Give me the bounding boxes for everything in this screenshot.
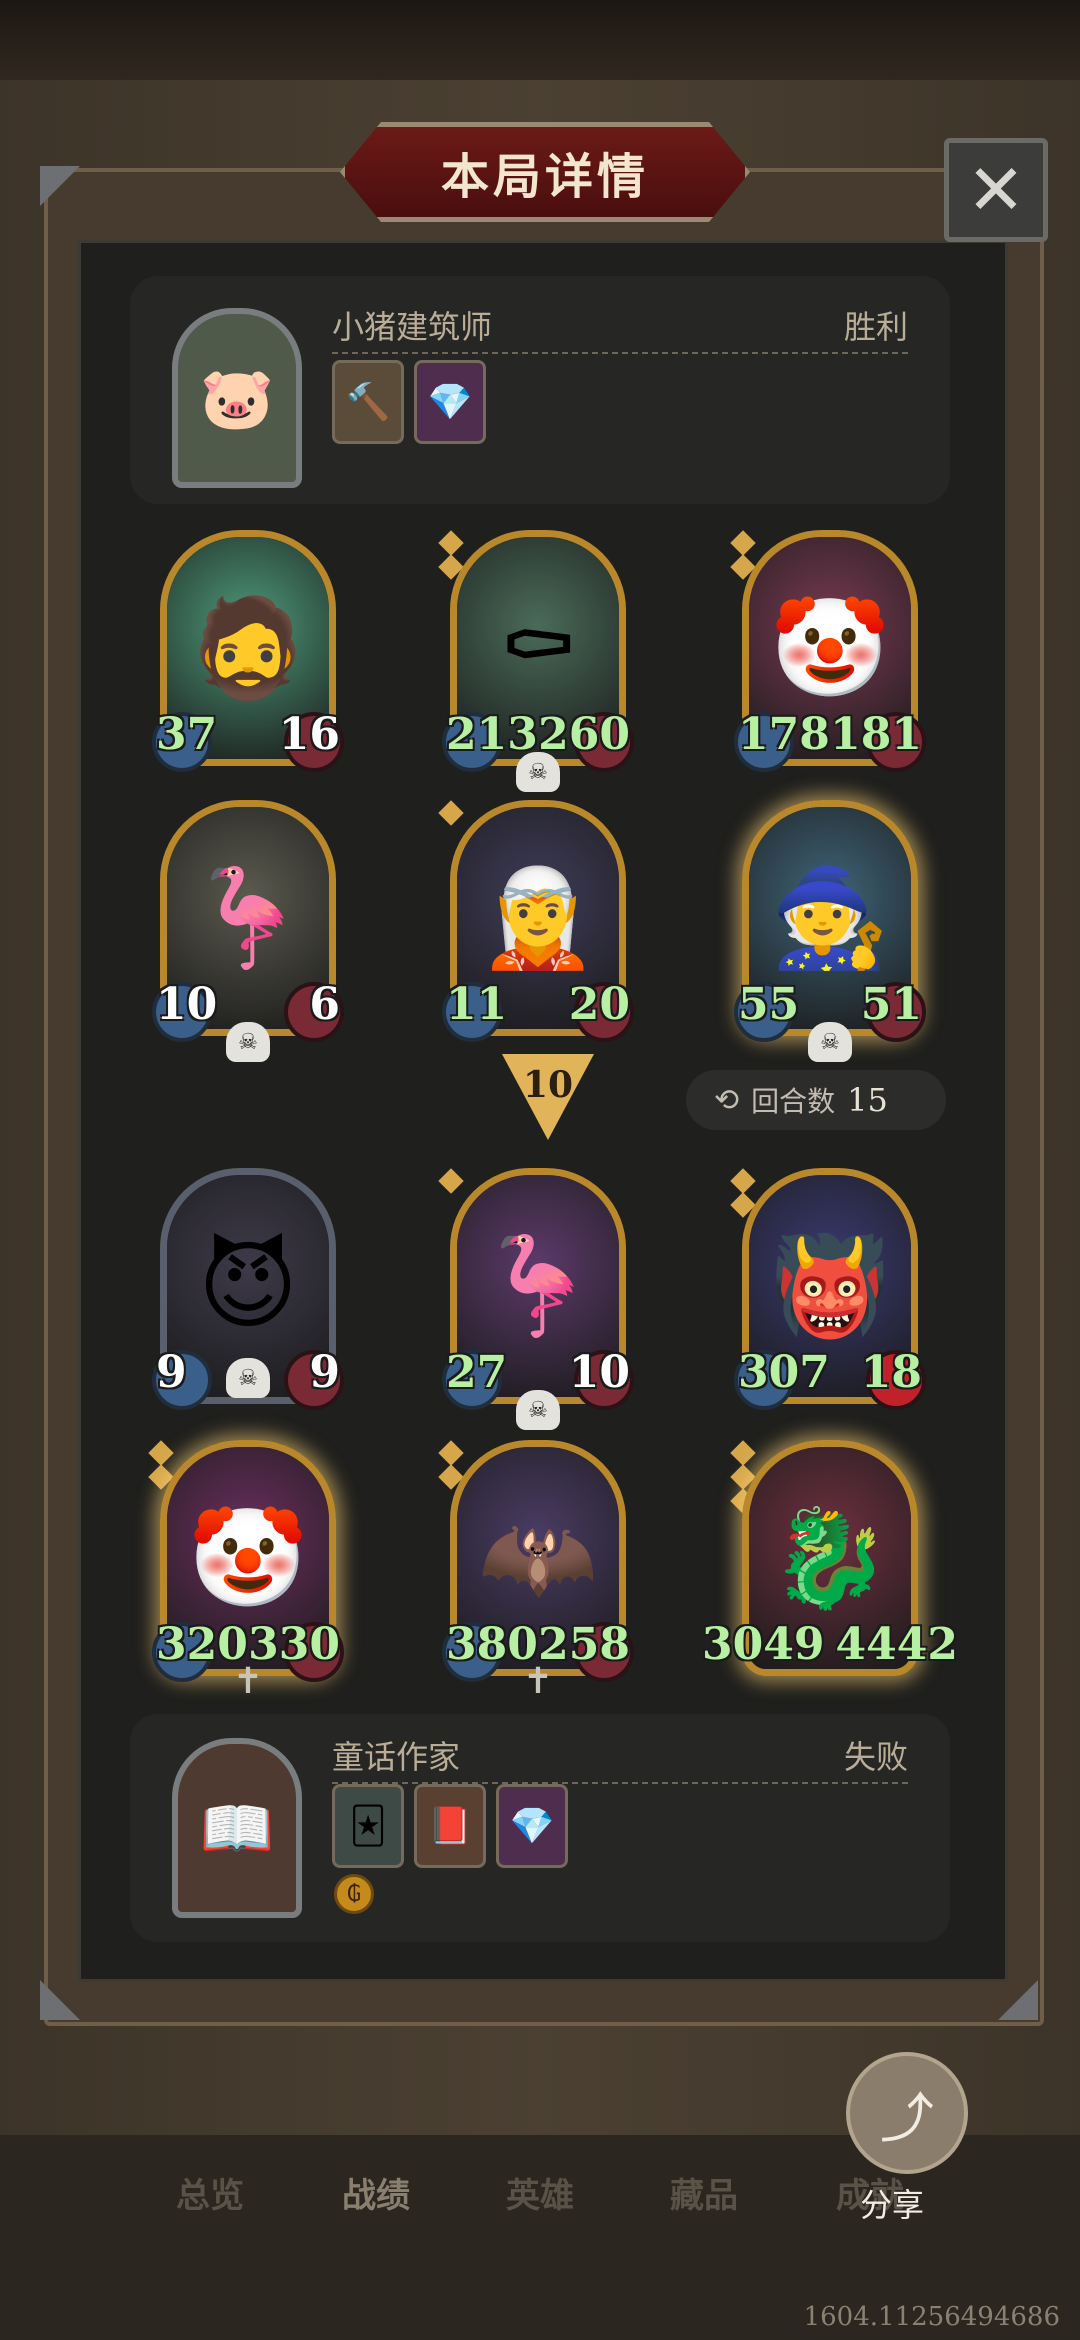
winner-name: 小猪建筑师 bbox=[332, 308, 493, 346]
minion-card[interactable]: 🤡 178 181 bbox=[730, 530, 926, 772]
nav-overview[interactable]: 总览 bbox=[130, 2168, 290, 2217]
health-value: 20 bbox=[568, 979, 630, 1030]
divider bbox=[332, 352, 908, 354]
health-value: 18 bbox=[860, 1347, 922, 1398]
minion-card[interactable]: 🧝 11 20 bbox=[438, 800, 634, 1042]
gem-item[interactable]: 💎 bbox=[496, 1784, 568, 1868]
minion-card[interactable]: ⚰ 213 260 ☠ bbox=[438, 530, 634, 792]
attack-value: 10 bbox=[156, 979, 218, 1030]
health-value: 6 bbox=[309, 979, 340, 1030]
build-id: 1604.11256494686 bbox=[803, 2302, 1060, 2332]
share-button[interactable]: ⤴ bbox=[846, 2052, 968, 2174]
repeat-icon: ⟲ bbox=[714, 1082, 740, 1118]
attack-value: 11 bbox=[446, 979, 508, 1030]
round-label: 回合数 bbox=[751, 1085, 836, 1118]
writer-hero-portrait[interactable]: 📖 bbox=[172, 1738, 302, 1918]
minion-card[interactable]: 🦩 10 6 ☠ bbox=[152, 800, 344, 1062]
health-value: 16 bbox=[278, 709, 340, 760]
attack-value: 213 bbox=[446, 709, 538, 760]
tier-value: 10 bbox=[522, 1064, 574, 1106]
tombstone-icon: ✝ bbox=[522, 1661, 554, 1702]
pig-hero-portrait[interactable]: 🐷 bbox=[172, 308, 302, 488]
round-counter: ⟲ 回合数 15 bbox=[686, 1070, 946, 1130]
loser-result: 失败 bbox=[843, 1738, 908, 1776]
minion-card[interactable]: 🧔 37 16 bbox=[152, 530, 344, 772]
writer-card-item[interactable]: 🃏 bbox=[332, 1784, 404, 1868]
book-item[interactable]: 📕 bbox=[414, 1784, 486, 1868]
health-value: 4442 bbox=[835, 1619, 958, 1670]
minion-card[interactable]: 🐉 3049 4442 bbox=[702, 1440, 958, 1676]
winner-result: 胜利 bbox=[843, 308, 908, 346]
dragon-coin-icon[interactable]: ₲ bbox=[334, 1874, 374, 1914]
title-banner: 本局详情 bbox=[340, 122, 750, 222]
skull-icon: ☠ bbox=[226, 1022, 270, 1062]
nav-collection[interactable]: 藏品 bbox=[624, 2168, 784, 2217]
share-icon: ⤴ bbox=[880, 2086, 934, 2150]
share-label: 分享 bbox=[860, 2186, 925, 2224]
tombstone-icon: ✝ bbox=[232, 1661, 264, 1702]
round-value: 15 bbox=[847, 1081, 888, 1119]
attack-value: 3049 bbox=[702, 1619, 825, 1670]
attack-value: 55 bbox=[738, 979, 800, 1030]
attack-value: 27 bbox=[446, 1347, 508, 1398]
attack-value: 178 bbox=[738, 709, 830, 760]
minion-card[interactable]: 😈 9 9 ☠ bbox=[152, 1168, 344, 1410]
attack-value: 37 bbox=[156, 709, 218, 760]
close-icon: ✕ bbox=[966, 149, 1026, 231]
close-button[interactable]: ✕ bbox=[944, 138, 1048, 242]
skull-icon: ☠ bbox=[226, 1358, 270, 1398]
skull-icon: ☠ bbox=[808, 1022, 852, 1062]
health-value: 51 bbox=[860, 979, 922, 1030]
attack-value: 9 bbox=[156, 1347, 187, 1398]
health-value: 260 bbox=[538, 709, 630, 760]
nav-records[interactable]: 战绩 bbox=[296, 2168, 456, 2217]
loser-panel: 📖 童话作家 失败 🃏 📕 💎 ₲ bbox=[130, 1714, 950, 1942]
winner-panel: 🐷 小猪建筑师 胜利 🔨 💎 bbox=[130, 276, 950, 504]
loser-name: 童话作家 bbox=[332, 1738, 461, 1776]
minion-card[interactable]: 🦩 27 10 ☠ bbox=[438, 1168, 634, 1430]
attack-value: 307 bbox=[738, 1347, 830, 1398]
nav-heroes[interactable]: 英雄 bbox=[460, 2168, 620, 2217]
health-value: 9 bbox=[309, 1347, 340, 1398]
minion-card[interactable]: 🤡 320 330 ✝ bbox=[148, 1440, 344, 1702]
health-value: 181 bbox=[830, 709, 922, 760]
skull-icon: ☠ bbox=[516, 1390, 560, 1430]
health-value: 10 bbox=[568, 1347, 630, 1398]
minion-card[interactable]: 🧙 55 51 ☠ bbox=[734, 800, 926, 1062]
minion-card[interactable]: 👹 307 18 bbox=[730, 1168, 926, 1410]
page-title: 本局详情 bbox=[440, 149, 649, 205]
hammer-item[interactable]: 🔨 bbox=[332, 360, 404, 444]
skull-icon: ☠ bbox=[516, 752, 560, 792]
minion-card[interactable]: 🦇 380 258 ✝ bbox=[438, 1440, 634, 1702]
gem-item[interactable]: 💎 bbox=[414, 360, 486, 444]
